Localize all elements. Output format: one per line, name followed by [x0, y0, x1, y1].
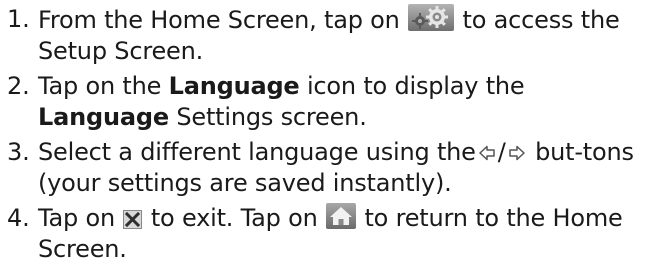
- step-text: From the Home Screen, tap on: [38, 6, 400, 34]
- language-label: Language: [168, 72, 300, 100]
- steps-list: 1. From the Home Screen, tap on to acces…: [7, 4, 659, 265]
- step-number: 3.: [7, 138, 30, 166]
- step-number: 4.: [7, 204, 30, 232]
- step-4: 4. Tap on to exit. Tap on to return to t…: [7, 203, 659, 265]
- close-x-icon: [123, 210, 143, 229]
- arrow-left-icon: [477, 143, 497, 163]
- step-text: Tap on the: [38, 72, 162, 100]
- step-1: 1. From the Home Screen, tap on to acces…: [7, 4, 659, 67]
- step-text: Settings screen.: [176, 103, 367, 131]
- step-text: Tap on: [38, 204, 115, 232]
- step-2: 2. Tap on the Language icon to display t…: [7, 71, 659, 133]
- instruction-page: 1. From the Home Screen, tap on to acces…: [0, 0, 663, 274]
- setup-gear-icon: [408, 4, 455, 31]
- step-3: 3. Select a different language using the…: [7, 137, 659, 199]
- step-text: icon to display the: [306, 72, 525, 100]
- step-text: Select a different language using the: [38, 138, 476, 166]
- step-number: 2.: [7, 72, 30, 100]
- home-icon: [326, 203, 357, 229]
- language-label: Language: [38, 103, 169, 131]
- step-number: 1.: [7, 5, 30, 33]
- separator: /: [497, 138, 506, 166]
- arrow-right-icon: [507, 143, 527, 163]
- step-text: to exit. Tap on: [150, 204, 318, 232]
